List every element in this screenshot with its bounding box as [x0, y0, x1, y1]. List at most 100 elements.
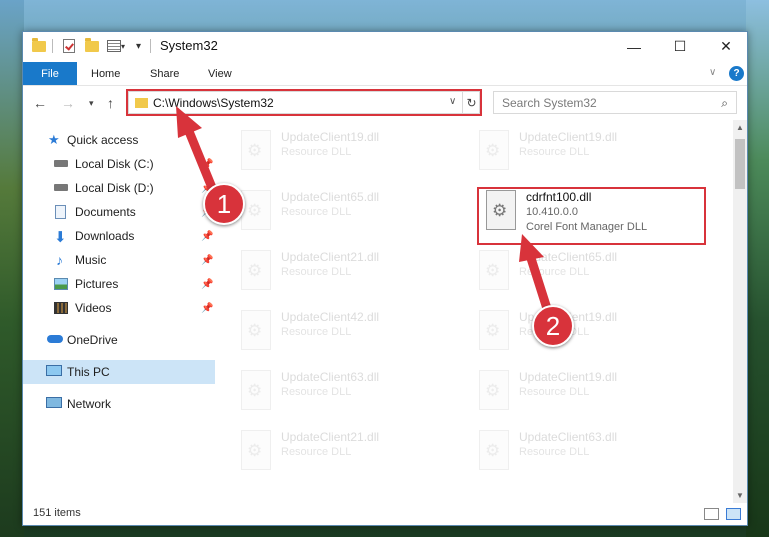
maximize-button[interactable]: ☐	[657, 32, 703, 61]
step-2-badge: 2	[532, 305, 574, 347]
tab-share[interactable]: Share	[150, 62, 179, 85]
window-folder-icon	[32, 37, 46, 54]
item-count: 151 items	[33, 507, 81, 519]
list-item[interactable]: UpdateClient21.dll Resource DLL	[236, 422, 436, 474]
sidebar-item-this-pc[interactable]: This PC	[23, 360, 215, 384]
dll-file-icon	[479, 430, 509, 470]
sidebar-item-label: Quick access	[67, 133, 139, 147]
sidebar-item-onedrive[interactable]: OneDrive	[23, 328, 215, 352]
list-item[interactable]: UpdateClient19.dll Resource DLL	[474, 122, 674, 174]
tab-home[interactable]: Home	[91, 62, 120, 85]
sidebar-item-music[interactable]: ♪ Music 📌	[23, 248, 215, 272]
customize-toolbar-icon[interactable]: ▾	[107, 38, 125, 54]
new-folder-icon[interactable]	[85, 37, 99, 54]
scroll-up-icon[interactable]: ▲	[736, 123, 744, 132]
list-item[interactable]: UpdateClient19.dllResource DLL	[474, 362, 674, 414]
tiles-view-icon[interactable]	[726, 508, 741, 520]
search-input[interactable]: Search System32 ⌕	[493, 91, 737, 114]
tab-file[interactable]: File	[23, 62, 77, 85]
sidebar-item-label: Local Disk (C:)	[75, 157, 154, 171]
file-description: Resource DLL	[519, 266, 590, 278]
sidebar-item-downloads[interactable]: ⬇ Downloads 📌	[23, 224, 215, 248]
target-file-highlight	[477, 187, 706, 245]
details-view-icon[interactable]	[704, 508, 719, 520]
help-icon[interactable]: ?	[729, 66, 744, 81]
sidebar-item-local-disk-d[interactable]: Local Disk (D:) 📌	[23, 176, 215, 200]
ribbon-expand-chevron-icon[interactable]: ∨	[709, 67, 716, 78]
file-description: Resource DLL	[281, 206, 352, 218]
list-item[interactable]: UpdateClient19.dll Resource DLL	[236, 122, 436, 174]
music-icon: ♪	[56, 252, 63, 268]
download-icon: ⬇	[54, 229, 67, 246]
pin-icon[interactable]: 📌	[201, 303, 213, 314]
computer-icon	[46, 365, 62, 376]
list-item[interactable]: UpdateClient65.dll Resource DLL	[236, 182, 436, 234]
minimize-button[interactable]: —	[611, 32, 657, 61]
pictures-icon	[54, 278, 68, 290]
sidebar-item-label: Local Disk (D:)	[75, 181, 154, 195]
sidebar-item-local-disk-c[interactable]: Local Disk (C:) 📌	[23, 152, 215, 176]
tab-view[interactable]: View	[208, 62, 232, 85]
sidebar-item-pictures[interactable]: Pictures 📌	[23, 272, 215, 296]
navigation-pane: ★ Quick access Local Disk (C:) 📌 Local D…	[23, 124, 215, 500]
list-item[interactable]: UpdateClient42.dll Resource DLL	[236, 302, 436, 354]
dll-file-icon	[241, 250, 271, 290]
dll-file-icon	[241, 370, 271, 410]
file-name: UpdateClient19.dll	[519, 130, 618, 144]
dll-file-icon	[241, 130, 271, 170]
dll-file-icon	[479, 370, 509, 410]
file-description: Resource DLL	[519, 386, 590, 398]
forward-arrow-icon[interactable]: →	[61, 95, 75, 111]
list-item[interactable]: UpdateClient21.dll Resource DLL	[236, 242, 436, 294]
title-bar: ▾ ▾ System32 — ☐ ✕	[23, 32, 747, 61]
file-description: Resource DLL	[281, 446, 352, 458]
back-arrow-icon[interactable]: ←	[33, 95, 47, 111]
sidebar-item-documents[interactable]: Documents 📌	[23, 200, 215, 224]
dll-file-icon	[241, 430, 271, 470]
desktop-background-right	[746, 0, 769, 537]
sidebar-item-label: Videos	[75, 301, 112, 315]
scrollbar-thumb[interactable]	[735, 139, 745, 189]
pin-icon[interactable]: 📌	[201, 231, 213, 242]
list-item[interactable]: UpdateClient63.dll Resource DLL	[236, 362, 436, 414]
close-button[interactable]: ✕	[703, 32, 749, 61]
ribbon-tabs: File Home Share View ∨ ?	[23, 62, 747, 86]
file-description: Resource DLL	[281, 266, 352, 278]
file-description: Resource DLL	[281, 326, 352, 338]
drive-icon	[54, 184, 68, 191]
recent-locations-chevron-icon[interactable]: ▾	[89, 98, 94, 109]
search-icon: ⌕	[721, 96, 728, 110]
quick-access-separator	[52, 38, 53, 54]
file-description: Resource DLL	[281, 146, 352, 158]
up-arrow-icon[interactable]: ↑	[107, 95, 114, 111]
properties-check-icon[interactable]	[63, 38, 75, 54]
pin-icon[interactable]: 📌	[201, 279, 213, 290]
pin-icon[interactable]: 📌	[201, 255, 213, 266]
list-item[interactable]: UpdateClient19.dllResource DLL	[474, 302, 674, 354]
dll-file-icon	[241, 190, 271, 230]
file-description: Resource DLL	[519, 446, 590, 458]
sidebar-item-quick-access[interactable]: ★ Quick access	[23, 128, 215, 152]
file-name: UpdateClient19.dll	[281, 130, 380, 144]
scroll-down-icon[interactable]: ▼	[736, 491, 744, 500]
pin-icon[interactable]: 📌	[201, 159, 213, 170]
sidebar-item-label: Downloads	[75, 229, 135, 243]
list-item[interactable]: UpdateClient63.dll Resource DLL	[474, 422, 674, 474]
file-description: Resource DLL	[519, 146, 590, 158]
cloud-icon	[47, 335, 63, 343]
sidebar-item-label: Documents	[75, 205, 136, 219]
vertical-scrollbar[interactable]: ▲ ▼	[733, 120, 747, 503]
file-list: UpdateClient19.dll Resource DLL UpdateCli…	[216, 120, 732, 503]
sidebar-item-label: Music	[75, 253, 107, 267]
file-name: UpdateClient65.dll	[519, 250, 618, 264]
sidebar-item-label: This PC	[67, 365, 110, 379]
sidebar-item-network[interactable]: Network	[23, 392, 215, 416]
dll-file-icon	[479, 130, 509, 170]
sidebar-item-label: OneDrive	[67, 333, 118, 347]
list-item[interactable]: UpdateClient65.dll Resource DLL	[474, 242, 674, 294]
quick-access-dropdown-icon[interactable]: ▾	[136, 38, 141, 54]
network-icon	[46, 397, 62, 408]
sidebar-item-videos[interactable]: Videos 📌	[23, 296, 215, 320]
file-name: UpdateClient63.dll	[519, 430, 618, 444]
file-name: UpdateClient63.dll	[281, 370, 380, 384]
